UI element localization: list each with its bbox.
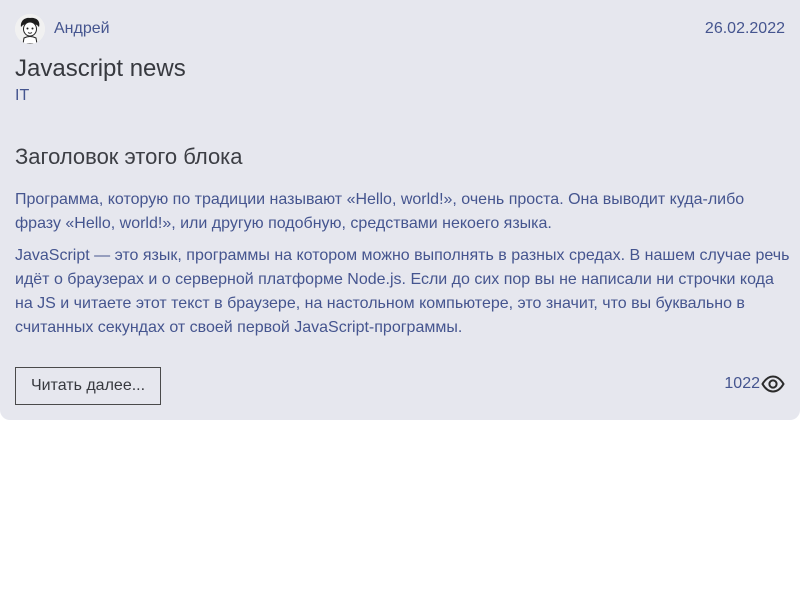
post-content: Программа, которую по традиции называют … [15,188,790,348]
author-name[interactable]: Андрей [54,20,110,38]
post-date: 26.02.2022 [704,20,785,37]
post-category[interactable]: IT [15,87,29,105]
content-paragraph: JavaScript — это язык, программы на кото… [15,247,790,336]
views-counter: 1022 [724,375,785,393]
eye-icon [761,375,785,393]
block-heading: Заголовок этого блока [15,144,243,169]
post-author[interactable]: Андрей [15,14,110,44]
post-card: Андрей 26.02.2022 Javascript news IT Заг… [0,0,800,420]
post-title: Javascript news [15,55,186,82]
read-more-button[interactable]: Читать далее... [15,367,161,405]
avatar[interactable] [15,14,45,44]
views-count: 1022 [724,375,760,392]
content-paragraph: Программа, которую по традиции называют … [15,191,745,232]
